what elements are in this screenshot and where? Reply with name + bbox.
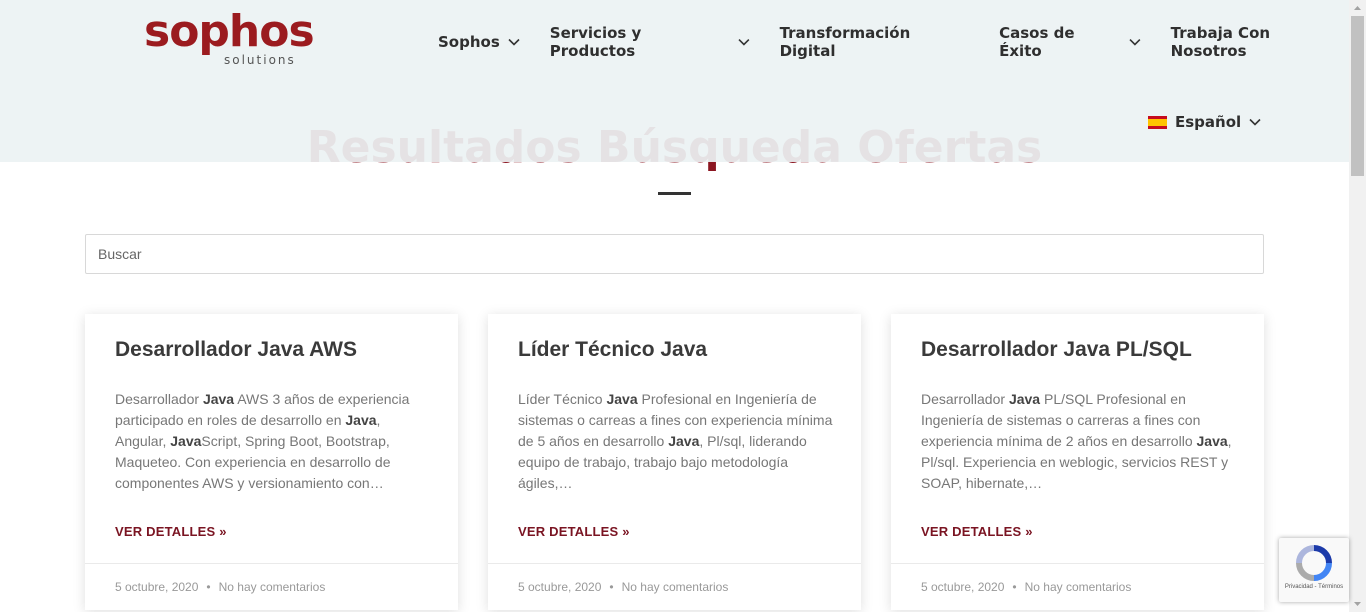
post-date: 5 octubre, 2020 <box>518 580 602 594</box>
job-excerpt: Desarrollador Java PL/SQL Profesional en… <box>921 391 1232 491</box>
view-details-link[interactable]: VER DETALLES » <box>921 524 1033 539</box>
recaptcha-terms[interactable]: Privacidad - Términos <box>1279 584 1349 590</box>
nav-label: Trabaja Con Nosotros <box>1170 24 1271 60</box>
card-meta: 5 octubre, 2020 • No hay comentarios <box>488 563 861 610</box>
post-date: 5 octubre, 2020 <box>115 580 199 594</box>
chevron-down-icon <box>1249 118 1261 126</box>
logo-wordmark: sophos <box>144 6 315 57</box>
page-scrollbar[interactable] <box>1349 0 1366 612</box>
scroll-down-arrow-icon[interactable] <box>1349 596 1366 612</box>
logo-subtitle: solutions <box>224 53 296 67</box>
job-excerpt: Líder Técnico Java Profesional en Ingeni… <box>518 391 833 491</box>
nav-item-trabaja[interactable]: Trabaja Con Nosotros <box>1171 24 1349 60</box>
card-meta: 5 octubre, 2020 • No hay comentarios <box>85 563 458 610</box>
site-header: sophos solutions Sophos Servicios y Prod… <box>0 0 1349 162</box>
nav-label: Casos de Éxito <box>999 24 1075 60</box>
meta-separator: • <box>1012 580 1017 594</box>
nav-label: Servicios y Productos <box>549 24 642 60</box>
scrollbar-thumb[interactable] <box>1351 16 1364 176</box>
language-label: Español <box>1175 113 1242 131</box>
view-details-link[interactable]: VER DETALLES » <box>518 524 630 539</box>
nav-item-transformacion[interactable]: Transformación Digital <box>780 24 970 60</box>
nav-label: Transformación Digital <box>779 24 911 60</box>
language-selector[interactable]: Español <box>1148 113 1261 131</box>
sophos-logo[interactable]: sophos solutions <box>144 6 315 70</box>
nav-item-servicios[interactable]: Servicios y Productos <box>550 24 750 60</box>
post-date: 5 octubre, 2020 <box>921 580 1005 594</box>
job-card: Líder Técnico Java Líder Técnico Java Pr… <box>488 314 861 610</box>
nav-item-sophos[interactable]: Sophos <box>438 31 520 53</box>
comments-count[interactable]: No hay comentarios <box>1025 580 1132 594</box>
scroll-up-arrow-icon[interactable] <box>1349 0 1366 16</box>
spain-flag-icon <box>1148 115 1167 129</box>
comments-count[interactable]: No hay comentarios <box>622 580 729 594</box>
nav-item-casos[interactable]: Casos de Éxito <box>999 24 1141 60</box>
view-details-link[interactable]: VER DETALLES » <box>115 524 227 539</box>
recaptcha-badge[interactable]: Privacidad - Términos <box>1279 538 1349 602</box>
recaptcha-icon <box>1296 545 1332 581</box>
job-card: Desarrollador Java PL/SQL Desarrollador … <box>891 314 1264 610</box>
main-nav: Sophos Servicios y Productos Transformac… <box>438 24 1349 60</box>
job-title[interactable]: Desarrollador Java PL/SQL <box>921 338 1192 362</box>
search-input[interactable] <box>85 234 1264 274</box>
job-title[interactable]: Líder Técnico Java <box>518 338 707 362</box>
title-divider <box>658 192 691 195</box>
job-excerpt: Desarrollador Java AWS 3 años de experie… <box>115 391 410 491</box>
meta-separator: • <box>206 580 211 594</box>
card-meta: 5 octubre, 2020 • No hay comentarios <box>891 563 1264 610</box>
nav-label: Sophos <box>438 33 500 51</box>
job-card: Desarrollador Java AWS Desarrollador Jav… <box>85 314 458 610</box>
job-title[interactable]: Desarrollador Java AWS <box>115 338 357 362</box>
meta-separator: • <box>609 580 614 594</box>
chevron-down-icon <box>738 38 750 46</box>
chevron-down-icon <box>508 38 520 46</box>
chevron-down-icon <box>1129 38 1141 46</box>
comments-count[interactable]: No hay comentarios <box>219 580 326 594</box>
